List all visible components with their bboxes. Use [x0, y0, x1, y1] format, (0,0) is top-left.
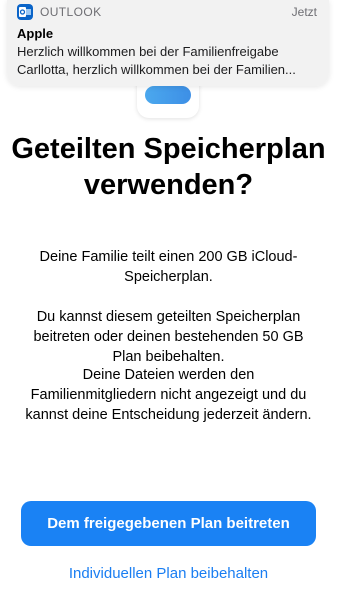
description-options: Du kannst diesem geteilten Speicherplan … [33, 309, 304, 365]
notification-body-line: Carllotta, herzlich willkommen bei der F… [17, 62, 296, 77]
notification-time: Jetzt [291, 5, 317, 19]
keep-individual-plan-button[interactable]: Individuellen Plan beibehalten [0, 565, 337, 582]
storage-bar-graphic [145, 86, 191, 104]
description-privacy: Deine Dateien werden den Familienmitglie… [25, 367, 312, 423]
page-title: Geteilten Speicherplan verwenden? [11, 133, 326, 201]
notification-app-name: OUTLOOK [40, 5, 102, 19]
outlook-icon [17, 4, 33, 20]
notification-body-line: Herzlich willkommen bei der Familienfrei… [17, 44, 279, 59]
notification-body: Herzlich willkommen bei der Familienfrei… [17, 43, 323, 79]
description-family-plan: Deine Familie teilt einen 200 GB iCloud-… [39, 249, 298, 285]
join-shared-plan-button[interactable]: Dem freigegebenen Plan beitreten [21, 501, 316, 546]
notification-banner[interactable]: OUTLOOK Jetzt Apple Herzlich willkommen … [7, 0, 329, 86]
notification-title: Apple [17, 26, 54, 41]
